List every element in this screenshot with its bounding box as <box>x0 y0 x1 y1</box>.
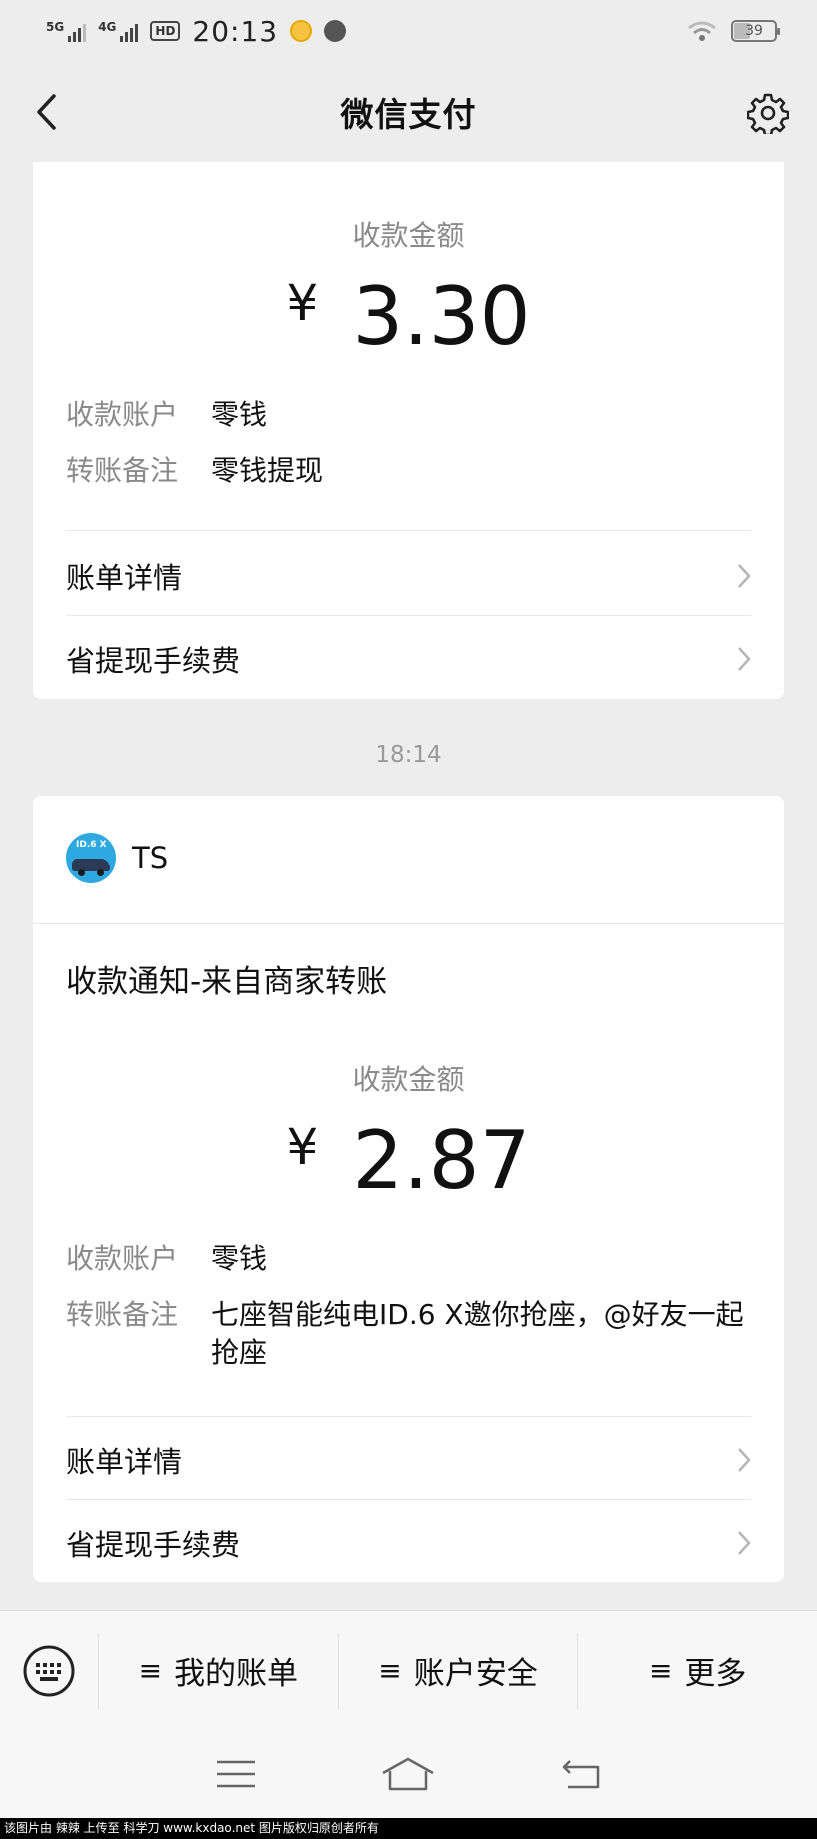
bill-details-row[interactable]: 账单详情 <box>66 1420 754 1500</box>
merchant-header[interactable]: ID.6 X TS <box>66 832 168 884</box>
amount-number: 2.87 <box>352 1114 531 1207</box>
amount-label: 收款金额 <box>352 219 465 252</box>
menu-label: 更多 <box>684 1656 747 1692</box>
menu-lines-icon: ≡ <box>138 1654 163 1687</box>
menu-icon <box>217 1760 256 1788</box>
hd-icon: HD <box>150 21 181 41</box>
notice-title: 收款通知-来自商家转账 <box>66 964 388 1000</box>
status-right: 39 <box>687 20 780 42</box>
system-nav-bar <box>0 1730 817 1818</box>
amount-label: 收款金额 <box>352 1063 465 1096</box>
back-icon <box>562 1760 600 1789</box>
car-icon <box>72 859 110 876</box>
save-fee-row[interactable]: 省提现手续费 <box>66 619 754 699</box>
remark-value: 七座智能纯电ID.6 X邀你抢座，@好友一起抢座 <box>211 1298 744 1369</box>
account-key: 收款账户 <box>66 1242 179 1275</box>
signal-5g-icon: 5G <box>46 20 87 42</box>
compass-icon <box>324 20 347 42</box>
remark-row: 转账备注 七座智能纯电ID.6 X邀你抢座，@好友一起抢座 <box>66 1296 754 1372</box>
currency-symbol: ¥ <box>286 274 319 332</box>
payment-card: ID.6 X TS 收款通知-来自商家转账 收款金额 ¥2.87 收款账户 零钱… <box>33 796 784 1582</box>
battery-level: 39 <box>745 23 763 39</box>
menu-lines-icon: ≡ <box>378 1654 402 1687</box>
back-button[interactable] <box>24 90 68 134</box>
menu-my-bills[interactable]: ≡ 我的账单 <box>98 1632 338 1709</box>
currency-symbol: ¥ <box>286 1118 319 1176</box>
home-button[interactable] <box>378 1749 438 1799</box>
amount-value: ¥3.30 <box>33 270 784 363</box>
save-fee-label: 省提现手续费 <box>66 1528 241 1562</box>
message-timestamp: 18:14 <box>375 742 442 768</box>
amount-number: 3.30 <box>352 270 531 363</box>
account-row: 收款账户 零钱 <box>66 396 754 434</box>
remark-row: 转账备注 零钱提现 <box>66 452 754 490</box>
chevron-right-icon <box>738 564 751 588</box>
recent-apps-button[interactable] <box>206 1749 266 1799</box>
chevron-right-icon <box>738 1531 751 1555</box>
menu-account-security[interactable]: ≡ 账户安全 <box>337 1632 578 1709</box>
status-left: 5G 4G HD 20:13 <box>46 14 347 48</box>
save-fee-label: 省提现手续费 <box>66 644 241 678</box>
divider <box>33 923 784 924</box>
chevron-right-icon <box>738 1448 751 1472</box>
back-nav-button[interactable] <box>551 1749 611 1799</box>
keyboard-toggle-button[interactable] <box>0 1611 98 1730</box>
status-bar: 5G 4G HD 20:13 39 <box>0 0 817 62</box>
bill-details-label: 账单详情 <box>66 1445 183 1479</box>
remark-key: 转账备注 <box>66 454 179 487</box>
amount-value: ¥2.87 <box>33 1114 784 1207</box>
home-icon <box>382 1757 435 1791</box>
watermark-strip: 该图片由 辣辣 上传至 科学刀 www.kxdao.net 图片版权归原创者所有 <box>0 1818 817 1839</box>
remark-value: 零钱提现 <box>211 454 324 487</box>
settings-button[interactable] <box>745 90 791 136</box>
menu-label: 账户安全 <box>413 1656 538 1692</box>
chevron-left-icon <box>37 94 56 130</box>
message-list[interactable]: 收款金额 ¥3.30 收款账户 零钱 转账备注 零钱提现 账单详情 省提现手续费… <box>0 162 817 1610</box>
avatar-badge-text: ID.6 X <box>76 840 107 850</box>
divider <box>66 530 751 531</box>
app-notification-icon <box>290 20 313 42</box>
battery-icon: 39 <box>731 20 780 42</box>
bill-details-row[interactable]: 账单详情 <box>66 536 754 616</box>
nav-bar: 微信支付 <box>0 62 817 162</box>
wifi-icon <box>688 21 716 41</box>
menu-more[interactable]: ≡ 更多 <box>577 1632 817 1709</box>
keyboard-icon <box>23 1645 75 1696</box>
bill-details-label: 账单详情 <box>66 561 183 595</box>
status-time: 20:13 <box>192 14 279 48</box>
account-value: 零钱 <box>211 1242 268 1275</box>
chevron-right-icon <box>738 647 751 671</box>
remark-key: 转账备注 <box>66 1298 179 1331</box>
merchant-name: TS <box>132 841 169 875</box>
account-key: 收款账户 <box>66 398 179 431</box>
menu-label: 我的账单 <box>174 1656 299 1692</box>
merchant-avatar: ID.6 X <box>66 833 116 883</box>
payment-card: 收款金额 ¥3.30 收款账户 零钱 转账备注 零钱提现 账单详情 省提现手续费 <box>33 162 784 699</box>
signal-4g-icon: 4G <box>98 20 139 42</box>
bottom-menu: ≡ 我的账单 ≡ 账户安全 ≡ 更多 <box>0 1610 817 1730</box>
divider <box>66 615 751 616</box>
menu-lines-icon: ≡ <box>648 1654 673 1687</box>
account-row: 收款账户 零钱 <box>66 1240 754 1278</box>
page-title: 微信支付 <box>340 95 477 134</box>
account-value: 零钱 <box>211 398 268 431</box>
gear-icon <box>747 93 789 134</box>
save-fee-row[interactable]: 省提现手续费 <box>66 1503 754 1583</box>
divider <box>66 1499 751 1500</box>
divider <box>66 1416 751 1417</box>
